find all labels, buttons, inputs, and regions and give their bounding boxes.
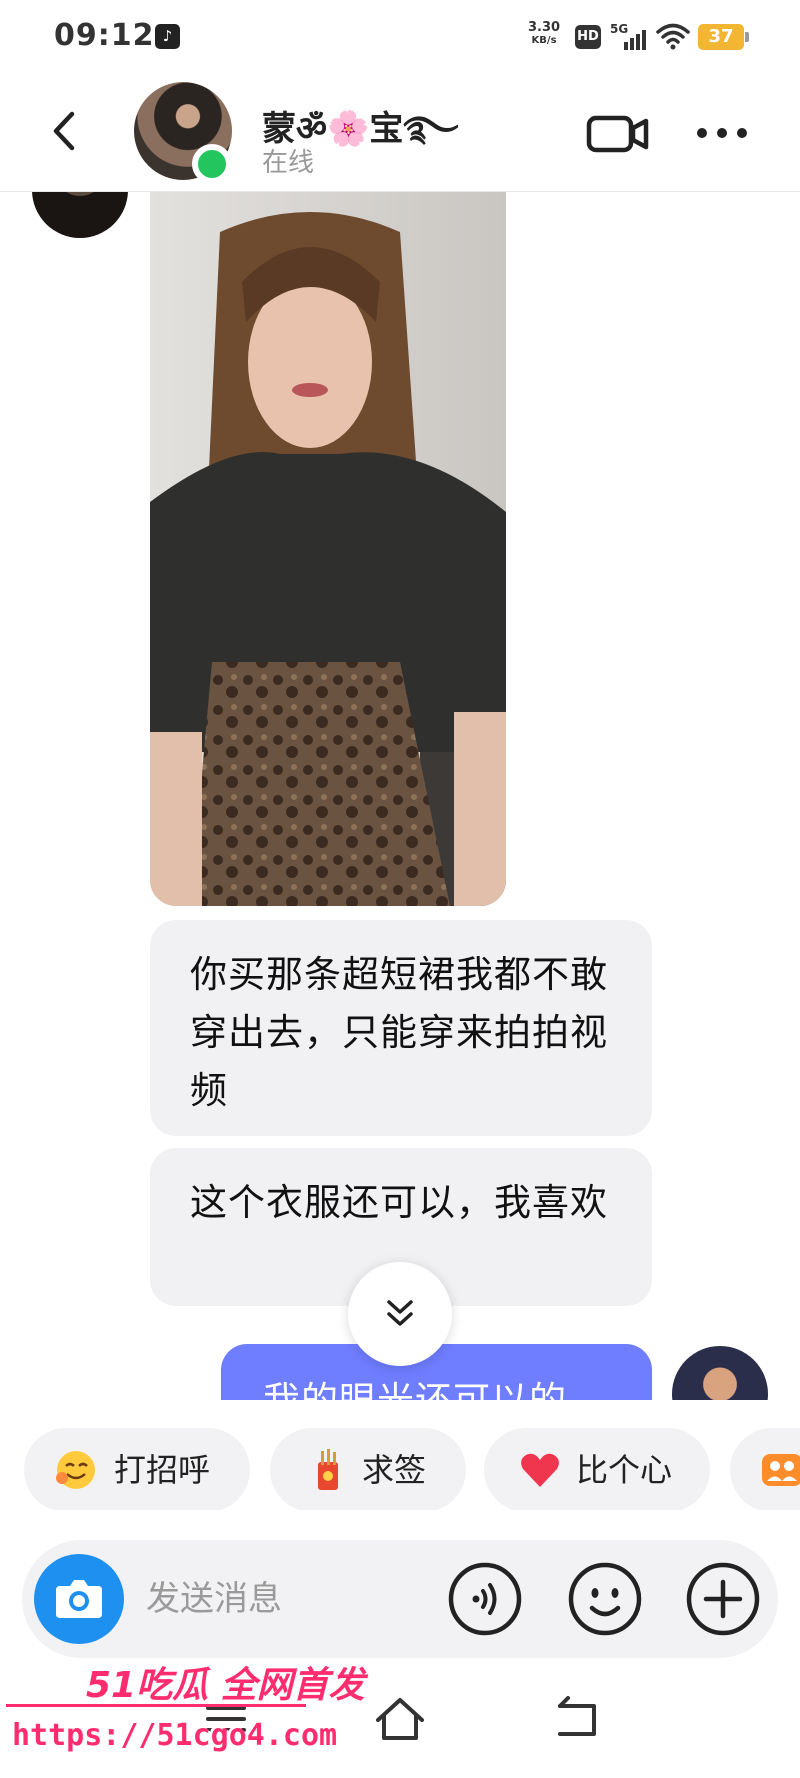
home-icon[interactable] [370,1694,430,1744]
online-status-dot [192,144,232,184]
group-photo-icon [762,1454,800,1486]
quick-reply-label: 比个心 [576,1451,673,1489]
watermark-title: 51吃瓜 全网首发 [86,1665,365,1706]
voice-message-icon[interactable] [446,1560,524,1638]
hd-voice-icon: HD [575,25,601,49]
chat-header: 蒙ॐ🌸宝࿐ 在线 [0,76,800,192]
plus-icon[interactable] [684,1560,762,1638]
quick-reply-greet[interactable]: 打招呼 [24,1428,250,1510]
cellular-signal-icon: 5G [610,22,646,50]
message-input[interactable] [146,1574,446,1624]
my-avatar[interactable] [672,1346,768,1400]
heart-icon [521,1453,559,1487]
fortune-sticks-icon [318,1449,338,1490]
smile-wave-emoji-icon [56,1451,95,1489]
status-bar: 09:12 ♪ 3.30 KB/s HD 5G 37 [0,0,800,76]
scroll-to-bottom-button[interactable] [348,1262,452,1366]
double-chevron-down-icon [387,1300,413,1326]
contact-online-status: 在线 [262,148,315,178]
peer-text-message[interactable]: 你买那条超短裙我都不敢穿出去，只能穿来拍拍视频 [150,920,652,1136]
quick-reply-heart[interactable]: 比个心 [484,1428,710,1510]
back-arrow-icon[interactable] [44,106,84,156]
status-time: 09:12 [54,18,155,53]
quick-reply-group-photo[interactable] [730,1428,800,1510]
quick-reply-bar: 打招呼 求签 比个心 [0,1402,800,1510]
camera-button[interactable] [34,1554,124,1644]
watermark-url: https://51cgo4.com [12,1718,338,1753]
photo-message[interactable] [150,192,506,906]
quick-reply-label: 打招呼 [114,1451,211,1489]
network-speed-value: 3.30 [528,20,561,35]
photo-image [150,192,506,906]
battery-indicator: 37 [698,24,749,50]
message-list[interactable]: 你买那条超短裙我都不敢穿出去，只能穿来拍拍视频 这个衣服还可以，我喜欢 我的眼光… [0,192,800,1400]
quick-reply-fortune[interactable]: 求签 [270,1428,466,1510]
back-nav-icon[interactable] [548,1694,608,1744]
tiktok-notification-icon: ♪ [155,24,180,49]
more-options-icon[interactable] [694,118,750,148]
emoji-icon[interactable] [566,1560,644,1638]
message-input-bar [22,1540,778,1658]
video-call-icon[interactable] [586,112,650,156]
signal-type-label: 5G [610,22,629,36]
wifi-icon [656,23,690,50]
network-speed-unit: KB/s [531,35,557,46]
peer-avatar[interactable] [32,192,128,238]
quick-reply-label: 求签 [362,1451,427,1489]
network-speed: 3.30 KB/s [528,20,560,46]
camera-icon [56,1580,102,1618]
